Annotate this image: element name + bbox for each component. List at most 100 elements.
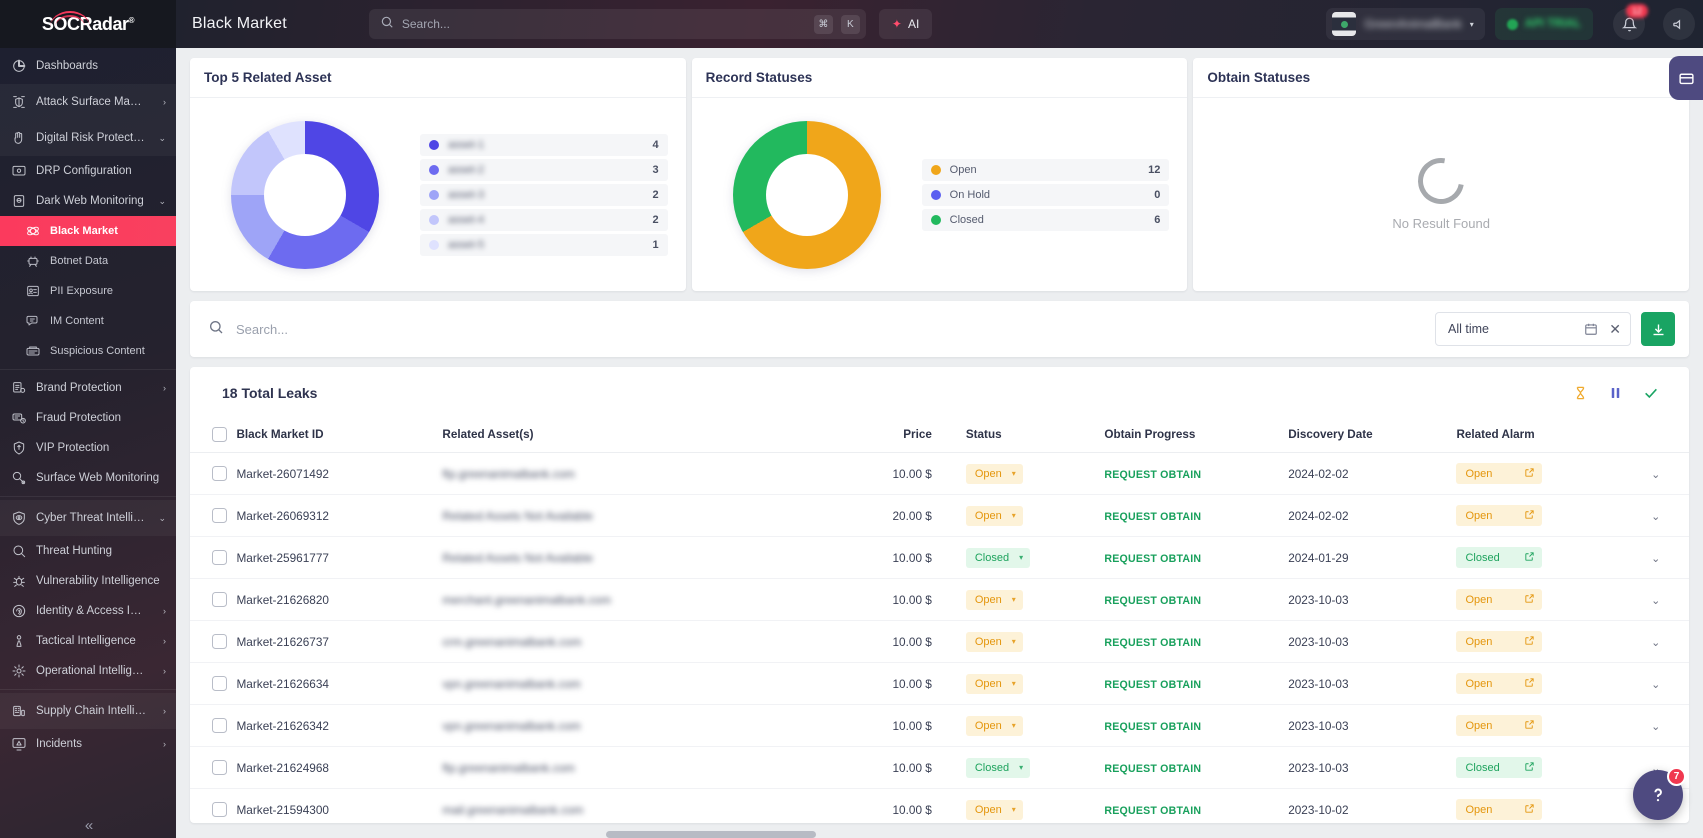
th-related-assets[interactable]: Related Asset(s) [442, 419, 828, 453]
row-checkbox[interactable] [212, 802, 227, 817]
row-checkbox[interactable] [212, 508, 227, 523]
check-icon[interactable] [1643, 385, 1659, 401]
expand-row-chevron-icon[interactable]: ⌄ [1651, 595, 1660, 607]
sidebar-item-surface-web-monitoring[interactable]: Surface Web Monitoring [0, 463, 176, 493]
org-switcher[interactable]: GreenAnimalBank ▾ [1326, 8, 1485, 40]
row-checkbox[interactable] [212, 550, 227, 565]
legend-item[interactable]: On Hold 0 [921, 183, 1170, 206]
table-row[interactable]: Market-21626634 vpn.greenanimalbank.com 10… [190, 662, 1689, 705]
ai-button[interactable]: ✦ AI [878, 9, 933, 39]
row-checkbox[interactable] [212, 634, 227, 649]
brand-logo[interactable]: SOCRadar® [0, 0, 176, 48]
table-row[interactable]: Market-26071492 ftp.greenanimalbank.com 10… [190, 452, 1689, 495]
sidebar-item-vip-protection[interactable]: VIP Protection [0, 433, 176, 463]
date-range-picker[interactable]: All time ✕ [1435, 312, 1631, 346]
status-badge[interactable]: Closed ▾ [965, 757, 1031, 778]
sidebar-item-black-market[interactable]: Black Market [0, 216, 176, 246]
sidebar-item-supply-chain-intelligence[interactable]: Supply Chain Intelligence › [0, 693, 176, 729]
sidebar-item-incidents[interactable]: Incidents › [0, 729, 176, 759]
legend-item[interactable]: asset-2 3 [420, 158, 668, 181]
related-alarm-badge[interactable]: Open [1456, 631, 1543, 652]
th-obtain-progress[interactable]: Obtain Progress [1104, 419, 1289, 453]
request-obtain-button[interactable]: REQUEST OBTAIN [1104, 553, 1201, 565]
sidebar-item-threat-hunting[interactable]: Threat Hunting [0, 536, 176, 566]
sidebar-item-suspicious-content[interactable]: Suspicious Content [0, 336, 176, 366]
request-obtain-button[interactable]: REQUEST OBTAIN [1104, 679, 1201, 691]
sidebar-item-im-content[interactable]: IM Content [0, 306, 176, 336]
table-row[interactable]: Market-21626737 crm.greenanimalbank.com 10… [190, 620, 1689, 663]
legend-item[interactable]: asset-1 4 [420, 133, 668, 156]
th-black-market-id[interactable]: Black Market ID [236, 419, 443, 453]
table-row[interactable]: Market-21626342 vpn.greenanimalbank.com 10… [190, 704, 1689, 747]
legend-item[interactable]: asset-5 1 [420, 233, 668, 256]
status-badge[interactable]: Open ▾ [965, 505, 1023, 526]
sidebar-item-vulnerability-intelligence[interactable]: Vulnerability Intelligence [0, 566, 176, 596]
download-button[interactable] [1641, 312, 1675, 346]
status-badge[interactable]: Closed ▾ [965, 547, 1031, 568]
th-related-alarm[interactable]: Related Alarm [1456, 419, 1623, 453]
pause-icon[interactable] [1608, 385, 1623, 401]
status-badge[interactable]: Open ▾ [965, 715, 1023, 736]
table-search-input[interactable] [236, 321, 1435, 337]
row-checkbox[interactable] [212, 718, 227, 733]
th-discovery-date[interactable]: Discovery Date [1288, 419, 1457, 453]
related-alarm-badge[interactable]: Open [1456, 715, 1543, 736]
related-alarm-badge[interactable]: Closed [1456, 757, 1543, 778]
legend-item[interactable]: Closed 6 [921, 208, 1170, 231]
expand-row-chevron-icon[interactable]: ⌄ [1651, 721, 1660, 733]
sidebar-item-pii-exposure[interactable]: PII Exposure [0, 276, 176, 306]
expand-row-chevron-icon[interactable]: ⌄ [1651, 469, 1660, 481]
row-checkbox[interactable] [212, 592, 227, 607]
legend-item[interactable]: Open 12 [921, 158, 1170, 181]
related-alarm-badge[interactable]: Closed [1456, 547, 1543, 568]
sidebar-item-identity-access-intelligence[interactable]: Identity & Access Intelligence › [0, 596, 176, 626]
table-search[interactable] [208, 319, 1435, 340]
api-trial-badge[interactable]: API TRIAL [1494, 8, 1593, 40]
search-input[interactable] [401, 17, 806, 31]
status-badge[interactable]: Open ▾ [965, 589, 1023, 610]
table-row[interactable]: Market-26069312 Related Assets Not Availa… [190, 494, 1689, 537]
clear-date-button[interactable]: ✕ [1609, 321, 1621, 338]
row-checkbox[interactable] [212, 760, 227, 775]
help-chat-button[interactable]: 7 [1633, 767, 1686, 820]
request-obtain-button[interactable]: REQUEST OBTAIN [1104, 511, 1201, 523]
status-badge[interactable]: Open ▾ [965, 631, 1023, 652]
sidebar-item-dark-web-monitoring[interactable]: Dark Web Monitoring ⌄ [0, 186, 176, 216]
announcements-button[interactable] [1663, 8, 1695, 40]
expand-row-chevron-icon[interactable]: ⌄ [1651, 511, 1660, 523]
sidebar-item-operational-intelligence[interactable]: Operational Intelligence › [0, 656, 176, 686]
sidebar-item-tactical-intelligence[interactable]: Tactical Intelligence › [0, 626, 176, 656]
request-obtain-button[interactable]: REQUEST OBTAIN [1104, 595, 1201, 607]
th-price[interactable]: Price [827, 419, 954, 453]
related-alarm-badge[interactable]: Open [1456, 673, 1543, 694]
sidebar-item-botnet-data[interactable]: Botnet Data [0, 246, 176, 276]
expand-row-chevron-icon[interactable]: ⌄ [1651, 637, 1660, 649]
table-row[interactable]: Market-21624968 ftp.greenanimalbank.com 10… [190, 746, 1689, 789]
sidebar-item-cyber-threat-intelligence[interactable]: Cyber Threat Intelligence ⌄ [0, 500, 176, 536]
status-badge[interactable]: Open ▾ [965, 673, 1023, 694]
legend-item[interactable]: asset-3 2 [420, 183, 668, 206]
th-status[interactable]: Status [953, 419, 1105, 453]
related-alarm-badge[interactable]: Open [1456, 799, 1543, 820]
request-obtain-button[interactable]: REQUEST OBTAIN [1104, 721, 1201, 733]
hourglass-icon[interactable] [1573, 385, 1588, 401]
status-badge[interactable]: Open ▾ [965, 463, 1023, 484]
related-alarm-badge[interactable]: Open [1456, 463, 1543, 484]
sidebar-item-drp-configuration[interactable]: DRP Configuration [0, 156, 176, 186]
notifications-button[interactable]: 12 [1613, 4, 1648, 40]
request-obtain-button[interactable]: REQUEST OBTAIN [1104, 637, 1201, 649]
table-row[interactable]: Market-21626820 merchant.greenanimalbank.… [190, 578, 1689, 621]
table-row[interactable]: Market-25961777 Related Assets Not Availa… [190, 536, 1689, 579]
table-row[interactable]: Market-21594300 mail.greenanimalbank.com 1… [190, 788, 1689, 823]
request-obtain-button[interactable]: REQUEST OBTAIN [1104, 805, 1201, 817]
row-checkbox[interactable] [212, 676, 227, 691]
expand-row-chevron-icon[interactable]: ⌄ [1651, 679, 1660, 691]
request-obtain-button[interactable]: REQUEST OBTAIN [1104, 469, 1201, 481]
sidebar-collapse-button[interactable]: « [0, 812, 176, 838]
select-all-checkbox[interactable] [212, 427, 227, 442]
row-checkbox[interactable] [212, 466, 227, 481]
sidebar-item-dashboards[interactable]: Dashboards [0, 48, 176, 84]
sidebar-item-brand-protection[interactable]: Brand Protection › [0, 373, 176, 403]
sidebar-item-attack-surface-management[interactable]: Attack Surface Management › [0, 84, 176, 120]
sidebar-item-fraud-protection[interactable]: Fraud Protection [0, 403, 176, 433]
